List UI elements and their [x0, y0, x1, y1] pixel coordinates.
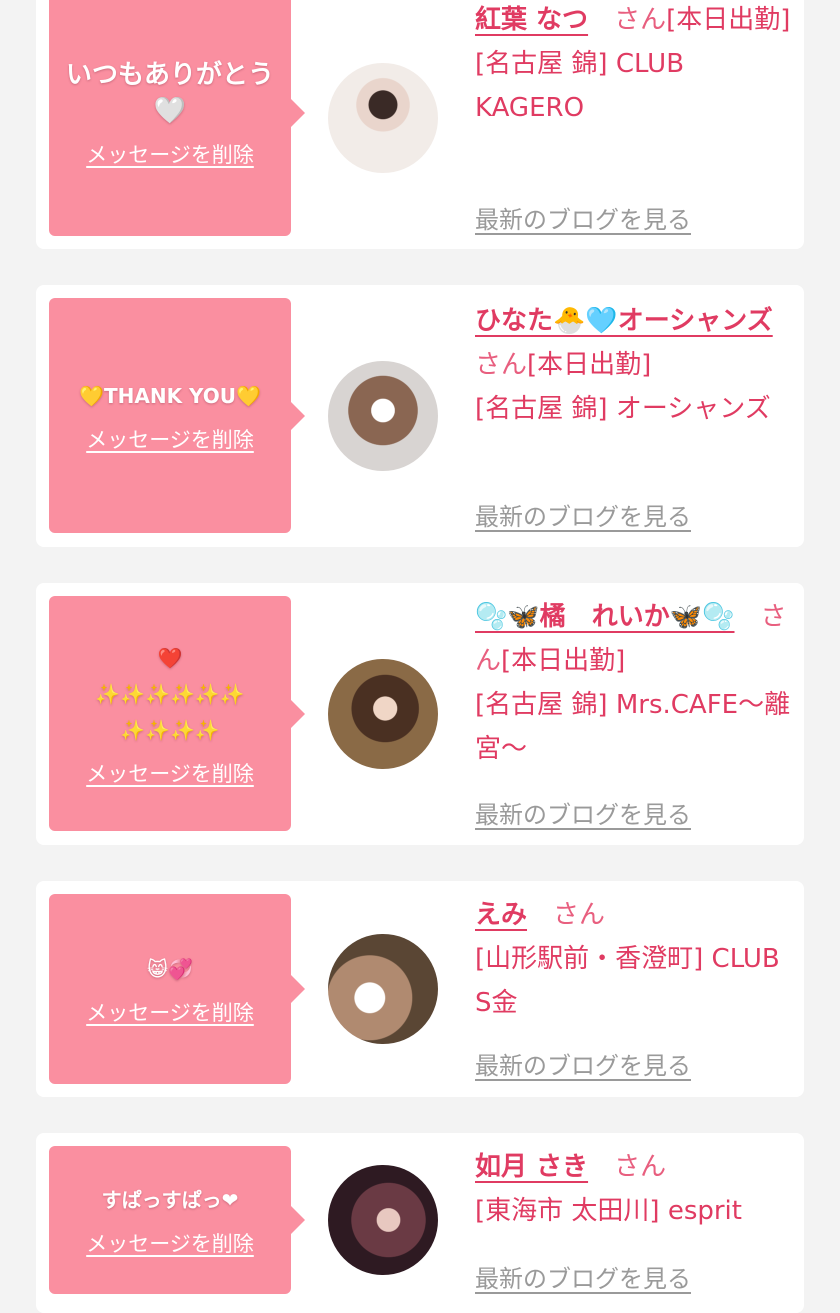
favorite-card: いつもありがとう 🤍 メッセージを削除 紅葉 なつ さん[本日出勤] [名古屋 … — [36, 0, 804, 249]
status-text: [本日出勤] — [666, 5, 791, 35]
message-bubble: ❤️ ✨✨✨✨✨✨ ✨✨✨✨ メッセージを削除 — [49, 596, 305, 831]
status-text: [本日出勤] — [527, 350, 652, 380]
delete-message-link[interactable]: メッセージを削除 — [86, 139, 254, 169]
delete-message-link[interactable]: メッセージを削除 — [86, 758, 254, 788]
message-text: 😸💞 — [147, 957, 193, 981]
message-bubble: すぱっすぱっ❤ メッセージを削除 — [49, 1146, 305, 1294]
cast-info: ひなた🐣🩵オーシャンズ さん[本日出勤] [名古屋 錦] オーシャンズ — [475, 299, 793, 431]
cast-info: 如月 さき さん [東海市 太田川] esprit — [475, 1145, 793, 1233]
shop-text: [東海市 太田川] esprit — [475, 1196, 742, 1226]
cast-name-link[interactable]: 紅葉 なつ — [475, 5, 588, 35]
latest-blog-link[interactable]: 最新のブログを見る — [475, 497, 691, 532]
cast-name-link[interactable]: 如月 さき — [475, 1152, 588, 1182]
shop-text: [名古屋 錦] オーシャンズ — [475, 394, 771, 424]
favorite-card: ❤️ ✨✨✨✨✨✨ ✨✨✨✨ メッセージを削除 🫧🦋橘 れいか🦋🫧 さん[本日出… — [36, 583, 804, 845]
message-text: すぱっすぱっ❤ — [101, 1188, 239, 1212]
favorite-card: 💛THANK YOU💛 メッセージを削除 ひなた🐣🩵オーシャンズ さん[本日出勤… — [36, 285, 804, 547]
cast-info: 紅葉 なつ さん[本日出勤] [名古屋 錦] CLUB KAGERO — [475, 0, 793, 130]
shop-text: [名古屋 錦] CLUB KAGERO — [475, 49, 685, 123]
honorific: さん — [553, 900, 606, 930]
cast-name-link[interactable]: 🫧🦋橘 れいか🦋🫧 — [475, 602, 735, 632]
favorite-card: 😸💞 メッセージを削除 えみ さん [山形駅前・香澄町] CLUB S金 最新の… — [36, 881, 804, 1097]
delete-message-link[interactable]: メッセージを削除 — [86, 997, 254, 1027]
message-bubble: 😸💞 メッセージを削除 — [49, 894, 305, 1084]
avatar[interactable] — [328, 63, 438, 173]
message-text: 💛THANK YOU💛 — [79, 383, 261, 408]
message-text: ❤️ ✨✨✨✨✨✨ ✨✨✨✨ — [95, 645, 245, 742]
avatar[interactable] — [328, 361, 438, 471]
cast-name-link[interactable]: えみ — [475, 900, 527, 930]
avatar[interactable] — [328, 659, 438, 769]
message-bubble: 💛THANK YOU💛 メッセージを削除 — [49, 298, 305, 533]
avatar[interactable] — [328, 934, 438, 1044]
cast-name-link[interactable]: ひなた🐣🩵オーシャンズ — [475, 306, 773, 336]
latest-blog-link[interactable]: 最新のブログを見る — [475, 200, 691, 235]
latest-blog-link[interactable]: 最新のブログを見る — [475, 1046, 691, 1081]
status-text: [本日出勤] — [501, 646, 626, 676]
cast-info: えみ さん [山形駅前・香澄町] CLUB S金 — [475, 893, 793, 1025]
cast-info: 🫧🦋橘 れいか🦋🫧 さん[本日出勤] [名古屋 錦] Mrs.CAFE〜離宮〜 — [475, 595, 793, 771]
honorific: さん — [475, 350, 528, 380]
message-bubble: いつもありがとう 🤍 メッセージを削除 — [49, 0, 305, 236]
message-text: いつもありがとう 🤍 — [65, 60, 274, 126]
honorific: さん — [614, 1152, 667, 1182]
latest-blog-link[interactable]: 最新のブログを見る — [475, 1259, 691, 1294]
delete-message-link[interactable]: メッセージを削除 — [86, 1228, 254, 1258]
favorite-card: すぱっすぱっ❤ メッセージを削除 如月 さき さん [東海市 太田川] espr… — [36, 1133, 804, 1313]
shop-text: [山形駅前・香澄町] CLUB S金 — [475, 944, 780, 1018]
honorific: さん — [614, 5, 667, 35]
avatar[interactable] — [328, 1165, 438, 1275]
delete-message-link[interactable]: メッセージを削除 — [86, 424, 254, 454]
latest-blog-link[interactable]: 最新のブログを見る — [475, 795, 691, 830]
shop-text: [名古屋 錦] Mrs.CAFE〜離宮〜 — [475, 690, 791, 764]
